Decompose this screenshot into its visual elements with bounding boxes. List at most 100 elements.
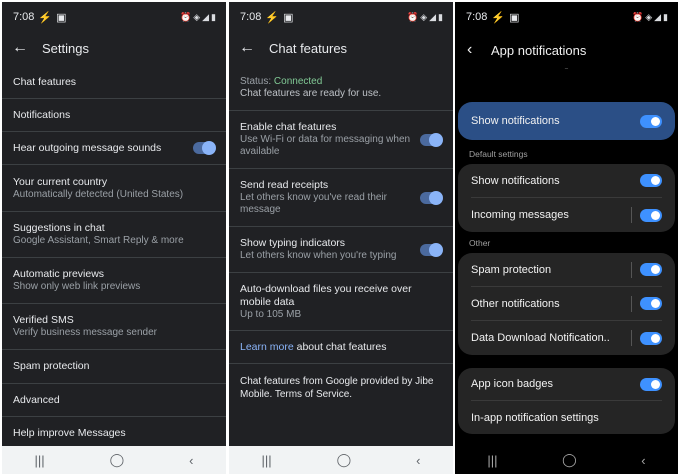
- back-arrow-icon[interactable]: ←: [239, 39, 265, 57]
- row-label: Incoming messages: [471, 209, 569, 221]
- item-title: Automatic previews: [13, 268, 105, 280]
- back-chevron-icon[interactable]: ‹: [467, 41, 487, 59]
- row-label: Spam protection: [471, 263, 552, 276]
- row-label: In-app notification settings: [471, 411, 599, 424]
- default-settings-card: Show notifications Incoming messages: [458, 164, 675, 232]
- item-title: Hear outgoing message sounds: [13, 141, 162, 154]
- section-other: Other: [469, 238, 491, 248]
- wifi-icon: ◈: [645, 11, 653, 22]
- nav-bar: ||| ◯ ‹: [2, 446, 226, 474]
- other-settings-card: Spam protection Other notifications Data…: [458, 253, 675, 355]
- in-app-notification-settings-row[interactable]: In-app notification settings: [471, 401, 662, 434]
- spam-protection-row[interactable]: Spam protection: [471, 253, 662, 287]
- recents-icon[interactable]: |||: [34, 453, 44, 468]
- home-icon[interactable]: ◯: [562, 452, 577, 468]
- signal-icon: ◢: [202, 11, 210, 22]
- footer-row: Chat features from Google provided by Ji…: [229, 364, 453, 416]
- divider: [631, 330, 632, 346]
- status-time: 7:08: [466, 11, 488, 23]
- status-label: Status:: [240, 76, 274, 87]
- settings-item-spam[interactable]: Spam protection: [2, 350, 226, 384]
- item-title: Help improve Messages: [13, 427, 126, 439]
- settings-item-previews[interactable]: Automatic previews Show only web link pr…: [2, 258, 226, 304]
- row-label: Show notifications: [471, 174, 560, 187]
- default-show-notifications-row[interactable]: Show notifications: [471, 164, 662, 198]
- row-label: Data Download Notification..: [471, 332, 610, 344]
- data-download-toggle[interactable]: [640, 331, 662, 345]
- recents-icon[interactable]: |||: [261, 453, 271, 468]
- outgoing-sounds-toggle[interactable]: [193, 141, 216, 155]
- nav-back-icon[interactable]: ‹: [641, 453, 645, 468]
- item-title: Show typing indicators: [240, 237, 346, 249]
- alarm-icon: ⏰: [406, 11, 419, 22]
- row-label: Show notifications: [471, 115, 560, 127]
- settings-item-verified-sms[interactable]: Verified SMS Verify business message sen…: [2, 304, 226, 350]
- item-title: Enable chat features: [240, 121, 337, 133]
- settings-item-chat-features[interactable]: Chat features: [2, 66, 226, 99]
- home-icon[interactable]: ◯: [110, 452, 125, 468]
- item-subtitle: Google Assistant, Smart Reply & more: [13, 235, 184, 246]
- signal-icon: ◢: [654, 11, 662, 22]
- read-receipts-item[interactable]: Send read receipts Let others know you'v…: [229, 169, 453, 227]
- nav-back-icon[interactable]: ‹: [189, 453, 193, 468]
- auto-download-item[interactable]: Auto-download files you receive over mob…: [229, 273, 453, 331]
- other-notifications-toggle[interactable]: [640, 297, 662, 310]
- status-time: 7:08: [13, 11, 35, 23]
- learn-more-row: Learn more about chat features: [229, 331, 453, 364]
- divider: [631, 207, 632, 223]
- settings-item-country[interactable]: Your current country Automatically detec…: [2, 165, 226, 212]
- item-title: Advanced: [13, 393, 60, 406]
- battery-icon: ▮: [211, 11, 216, 22]
- main-show-notifications-row[interactable]: Show notifications: [471, 102, 662, 140]
- item-title: Auto-download files you receive over mob…: [240, 282, 412, 308]
- home-icon[interactable]: ◯: [337, 452, 352, 468]
- chat-features-screen: 7:08 ⚡ ▣ ⏰ ◈ ◢ ▮ ← Chat features Status:…: [229, 2, 453, 474]
- footer-text[interactable]: Chat features from Google provided by Ji…: [240, 375, 442, 401]
- item-title: Spam protection: [13, 360, 90, 372]
- main-notifications-toggle[interactable]: [640, 114, 662, 128]
- item-subtitle: Use Wi-Fi or data for messaging when ava…: [240, 134, 411, 157]
- enable-chat-toggle[interactable]: [420, 132, 443, 147]
- item-subtitle: Let others know you've read their messag…: [240, 192, 387, 215]
- show-notifications-toggle[interactable]: [640, 174, 662, 187]
- nav-back-icon[interactable]: ‹: [416, 453, 420, 468]
- recents-icon[interactable]: |||: [487, 453, 497, 468]
- learn-more-line: Learn more about chat features: [240, 341, 387, 354]
- settings-item-outgoing-sounds[interactable]: Hear outgoing message sounds: [2, 132, 226, 165]
- status-line: Status: Connected: [240, 76, 381, 88]
- item-title: Verified SMS: [13, 314, 74, 326]
- typing-indicators-toggle[interactable]: [420, 242, 443, 257]
- settings-list: Chat features Notifications Hear outgoin…: [2, 66, 226, 450]
- app-bar: ← Chat features: [229, 32, 453, 64]
- incoming-messages-row[interactable]: Incoming messages: [471, 198, 662, 232]
- item-title: Your current country: [13, 175, 108, 188]
- app-icon-badges-toggle[interactable]: [640, 377, 662, 391]
- data-download-row[interactable]: Data Download Notification..: [471, 321, 662, 355]
- battery-icon: ▮: [438, 11, 443, 22]
- page-title: Settings: [42, 40, 89, 56]
- learn-more-link[interactable]: Learn more: [240, 341, 294, 353]
- nav-bar: ||| ◯ ‹: [455, 446, 678, 474]
- settings-item-suggestions[interactable]: Suggestions in chat Google Assistant, Sm…: [2, 212, 226, 258]
- enable-chat-features-item[interactable]: Enable chat features Use Wi-Fi or data f…: [229, 111, 453, 169]
- settings-item-advanced[interactable]: Advanced: [2, 384, 226, 417]
- row-label: App icon badges: [471, 378, 553, 390]
- scroll-hint: ‾: [565, 68, 568, 77]
- read-receipts-toggle[interactable]: [420, 190, 443, 205]
- app-icon-badges-row[interactable]: App icon badges: [471, 368, 662, 401]
- typing-indicators-item[interactable]: Show typing indicators Let others know w…: [229, 227, 453, 273]
- status-value: Connected: [273, 76, 323, 87]
- item-title: Chat features: [13, 75, 77, 88]
- status-block: Status: Connected Chat features are read…: [229, 66, 453, 111]
- incoming-messages-toggle[interactable]: [640, 208, 662, 222]
- status-subtitle: Chat features are ready for use.: [240, 88, 382, 99]
- alarm-icon: ⏰: [631, 11, 644, 22]
- section-default-settings: Default settings: [469, 149, 528, 159]
- other-notifications-row[interactable]: Other notifications: [471, 287, 662, 321]
- settings-item-notifications[interactable]: Notifications: [2, 99, 226, 132]
- back-arrow-icon[interactable]: ←: [12, 39, 38, 57]
- item-subtitle: Verify business message sender: [13, 327, 157, 338]
- main-toggle-card[interactable]: Show notifications: [458, 102, 675, 140]
- spam-protection-toggle[interactable]: [640, 263, 662, 276]
- item-title: Suggestions in chat: [13, 222, 105, 234]
